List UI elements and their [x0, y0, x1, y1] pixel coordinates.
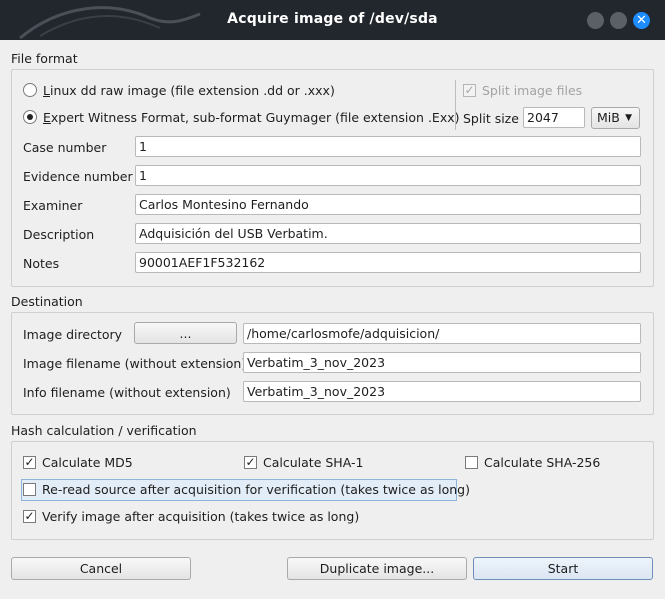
- description-input[interactable]: Adquisición del USB Verbatim.: [135, 223, 641, 244]
- notes-input[interactable]: 90001AEF1F532162: [135, 252, 641, 273]
- duplicate-image-button[interactable]: Duplicate image...: [287, 557, 467, 580]
- browse-directory-button[interactable]: ...: [134, 322, 237, 344]
- md5-label[interactable]: Calculate MD5: [42, 455, 133, 470]
- split-image-files-label: Split image files: [482, 83, 583, 98]
- verify-checkbox[interactable]: ✓: [23, 510, 36, 523]
- close-icon[interactable]: ✕: [633, 12, 650, 29]
- sha1-checkbox[interactable]: ✓: [244, 456, 257, 469]
- radio-ewf-label[interactable]: Expert Witness Format, sub-format Guymag…: [43, 110, 460, 125]
- window-title: Acquire image of /dev/sda: [227, 11, 438, 27]
- split-image-files-checkbox[interactable]: ✓: [463, 84, 476, 97]
- file-format-title: File format: [11, 51, 78, 66]
- hash-title: Hash calculation / verification: [11, 423, 197, 438]
- description-label: Description: [23, 227, 95, 242]
- chevron-down-icon: ▼: [625, 113, 632, 123]
- destination-title: Destination: [11, 294, 83, 309]
- evidence-number-label: Evidence number: [23, 169, 133, 184]
- split-unit-value: MiB: [597, 110, 620, 125]
- image-filename-input[interactable]: Verbatim_3_nov_2023: [243, 352, 641, 373]
- sha256-label[interactable]: Calculate SHA-256: [484, 455, 600, 470]
- split-size-label: Split size: [463, 111, 519, 126]
- examiner-input[interactable]: Carlos Montesino Fernando: [135, 194, 641, 215]
- maximize-icon[interactable]: [610, 12, 627, 29]
- info-filename-label: Info filename (without extension): [23, 385, 231, 400]
- split-unit-select[interactable]: MiB ▼: [591, 107, 640, 129]
- notes-label: Notes: [23, 256, 60, 271]
- sha1-label[interactable]: Calculate SHA-1: [263, 455, 363, 470]
- cancel-button[interactable]: Cancel: [11, 557, 191, 580]
- split-size-input[interactable]: 2047: [523, 107, 585, 128]
- radio-dd-label[interactable]: Linux dd raw image (file extension .dd o…: [43, 83, 335, 98]
- image-directory-label: Image directory: [23, 327, 123, 342]
- case-number-input[interactable]: 1: [135, 136, 641, 157]
- md5-checkbox[interactable]: ✓: [23, 456, 36, 469]
- image-filename-label: Image filename (without extension): [23, 356, 247, 371]
- radio-ewf-format[interactable]: [23, 110, 37, 124]
- image-directory-input[interactable]: /home/carlosmofe/adquisicion/: [243, 323, 641, 344]
- examiner-label: Examiner: [23, 198, 83, 213]
- vertical-separator: [455, 80, 456, 130]
- reread-label[interactable]: Re-read source after acquisition for ver…: [42, 482, 470, 497]
- minimize-icon[interactable]: [587, 12, 604, 29]
- start-button[interactable]: Start: [473, 557, 653, 580]
- verify-label[interactable]: Verify image after acquisition (takes tw…: [42, 509, 359, 524]
- case-number-label: Case number: [23, 140, 107, 155]
- radio-dd-format[interactable]: [23, 83, 37, 97]
- evidence-number-input[interactable]: 1: [135, 165, 641, 186]
- info-filename-input[interactable]: Verbatim_3_nov_2023: [243, 381, 641, 402]
- sha256-checkbox[interactable]: [465, 456, 478, 469]
- title-bar: Acquire image of /dev/sda ✕: [0, 0, 665, 40]
- reread-checkbox[interactable]: [23, 483, 36, 496]
